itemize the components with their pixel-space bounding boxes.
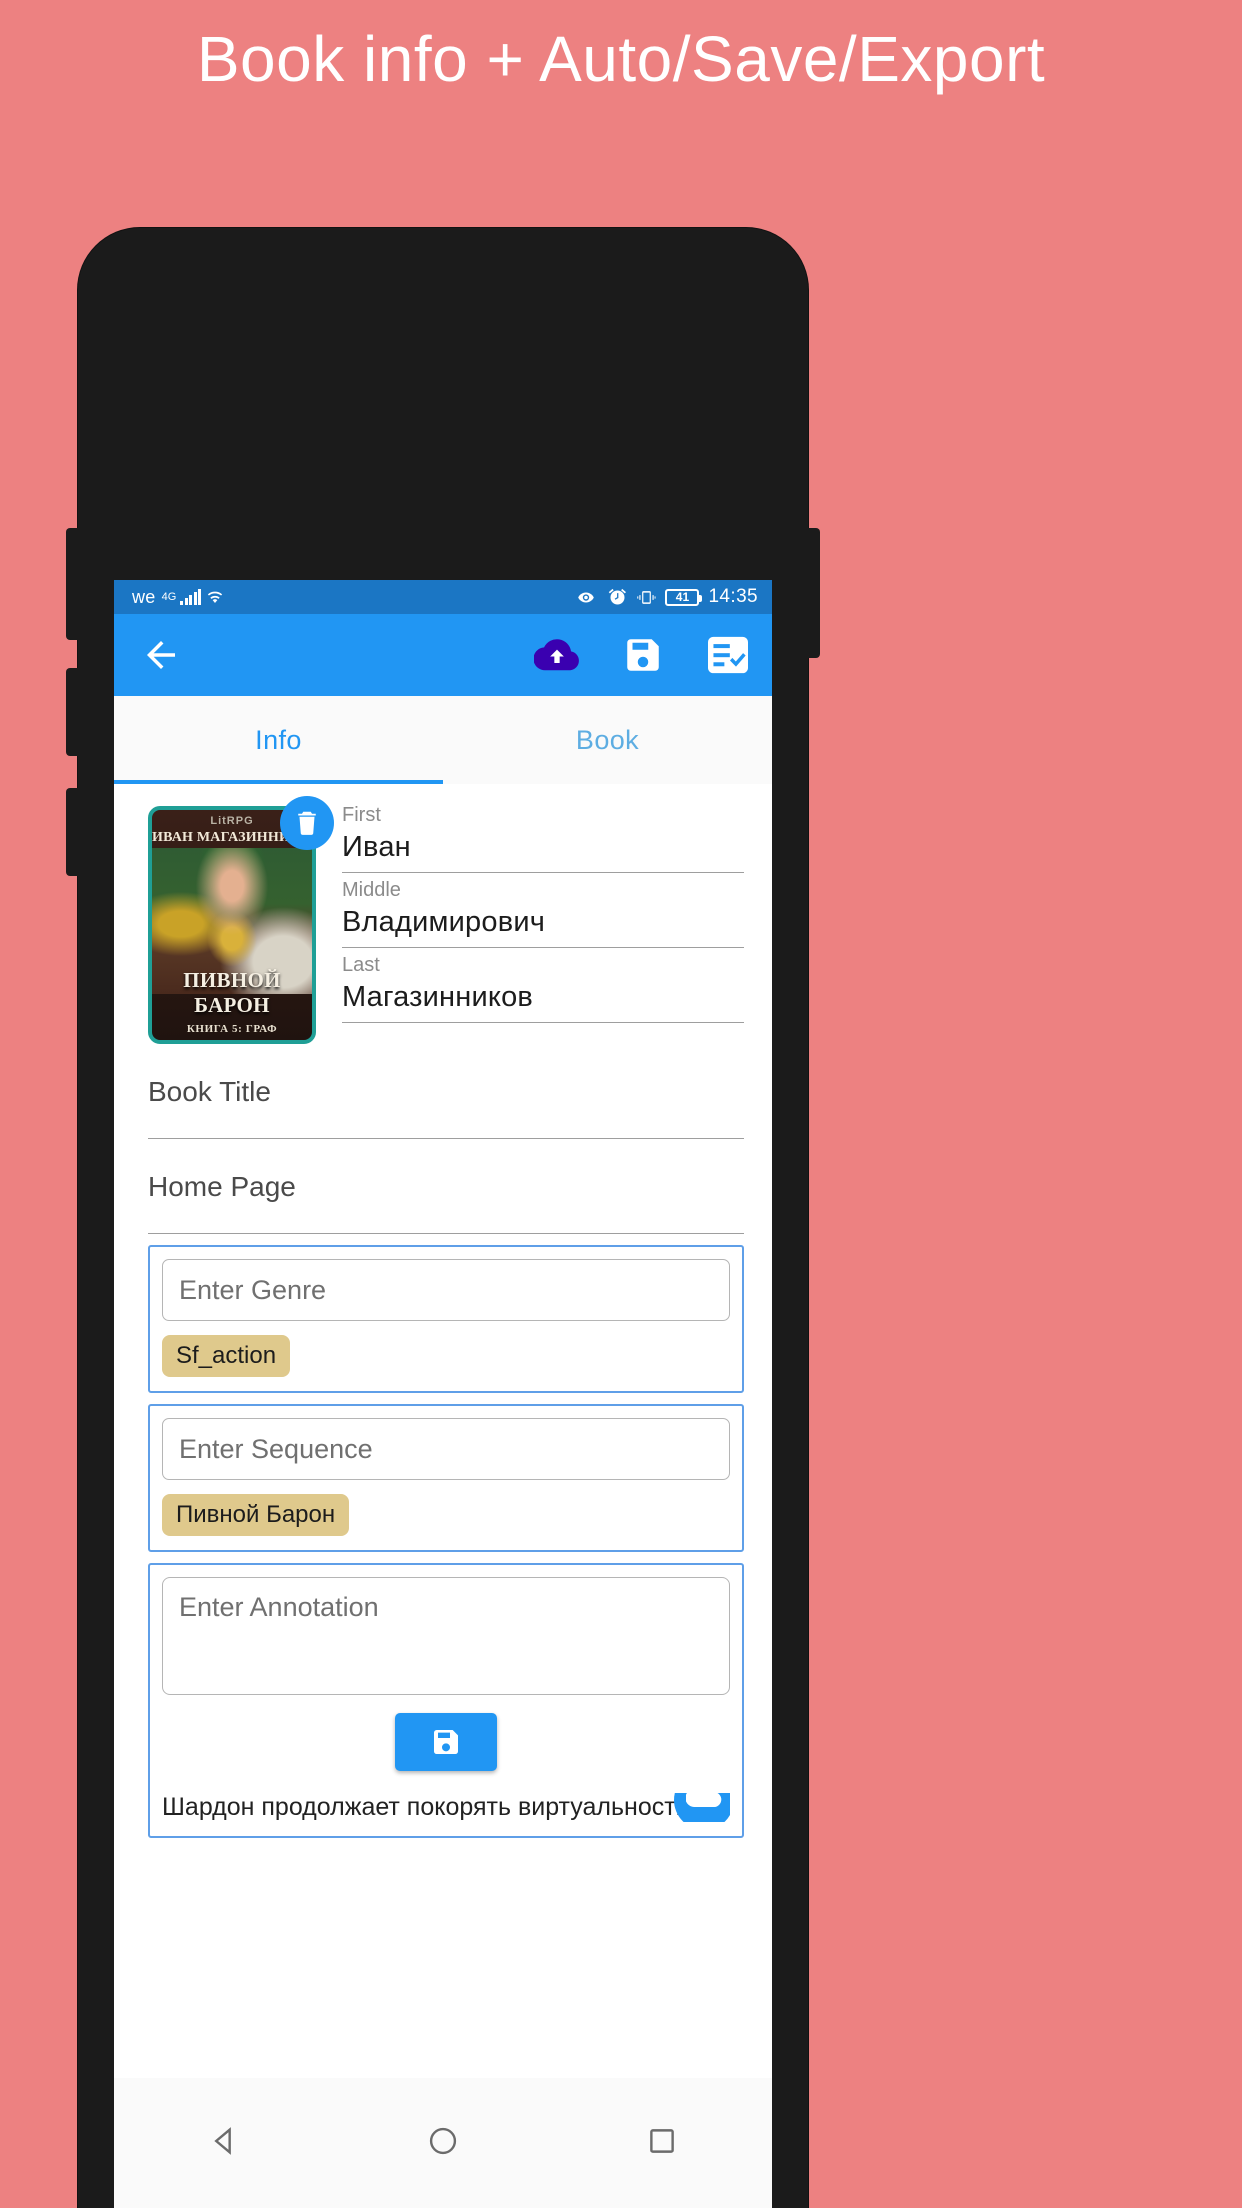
screenshot-root: Book info + Auto/Save/Export we 4G 41 14… bbox=[0, 0, 1242, 2208]
status-bar-left: we 4G bbox=[132, 587, 225, 608]
cover-subtitle-label: КНИГА 5: ГРАФ bbox=[186, 1023, 278, 1035]
tab-info[interactable]: Info bbox=[114, 696, 443, 784]
annotation-card: Enter Annotation Шардон продолжает покор… bbox=[148, 1563, 744, 1838]
sequence-card: Enter Sequence Пивной Барон bbox=[148, 1404, 744, 1552]
sequence-input[interactable]: Enter Sequence bbox=[162, 1418, 730, 1480]
nav-recents-square-icon bbox=[650, 2128, 675, 2153]
nav-recents-button[interactable] bbox=[645, 2124, 679, 2163]
author-name-fields: First Иван Middle Владимирович Last Мага… bbox=[342, 798, 744, 1044]
upload-fab[interactable] bbox=[674, 1793, 730, 1822]
tab-book[interactable]: Book bbox=[443, 696, 772, 784]
arrow-back-icon bbox=[147, 641, 175, 669]
device-button-volume-down bbox=[66, 668, 80, 756]
clock-label: 14:35 bbox=[708, 586, 758, 607]
field-middle-name-label: Middle bbox=[342, 879, 401, 901]
field-middle-name-value: Владимирович bbox=[342, 906, 546, 938]
field-first-name[interactable]: First Иван bbox=[342, 798, 744, 873]
field-last-name-value: Магазинников bbox=[342, 981, 534, 1013]
device-button-volume-up bbox=[66, 528, 80, 640]
cloud-upload-icon bbox=[686, 1793, 722, 1808]
annotation-input[interactable]: Enter Annotation bbox=[162, 1577, 730, 1695]
cover-title-label: ПИВНОЙ БАРОН bbox=[183, 968, 281, 1017]
battery-icon: 41 bbox=[665, 588, 703, 606]
genre-chip[interactable]: Sf_action bbox=[162, 1335, 291, 1377]
field-first-name-label: First bbox=[342, 804, 381, 826]
phone-device: we 4G 41 14:35 Info Book LitRPG ИВАН МАГ… bbox=[66, 228, 820, 2208]
status-bar: we 4G 41 14:35 bbox=[114, 580, 772, 614]
genre-card: Enter Genre Sf_action bbox=[148, 1245, 744, 1393]
nav-home-circle-icon bbox=[429, 2127, 457, 2154]
app-toolbar bbox=[114, 614, 772, 696]
cloud-upload-icon bbox=[534, 639, 579, 671]
network-type-label: 4G bbox=[161, 591, 177, 603]
field-middle-name[interactable]: Middle Владимирович bbox=[342, 873, 744, 948]
phone-screen: we 4G 41 14:35 Info Book LitRPG ИВАН МАГ… bbox=[114, 580, 772, 2078]
sequence-chip[interactable]: Пивной Барон bbox=[162, 1494, 350, 1536]
cloud-upload-button[interactable] bbox=[534, 636, 580, 674]
export-button[interactable] bbox=[706, 635, 750, 675]
field-last-name-label: Last bbox=[342, 954, 380, 976]
genre-input[interactable]: Enter Genre bbox=[162, 1259, 730, 1321]
trash-icon bbox=[298, 811, 316, 835]
device-button-extra bbox=[66, 788, 80, 876]
signal-bars-icon bbox=[180, 588, 202, 605]
delete-cover-button[interactable] bbox=[280, 796, 334, 850]
field-last-name[interactable]: Last Магазинников bbox=[342, 948, 744, 1023]
status-bar-right: 41 14:35 bbox=[574, 586, 758, 608]
floppy-save-icon bbox=[434, 1730, 458, 1754]
field-first-name-value: Иван bbox=[342, 831, 411, 863]
annotation-save-row bbox=[162, 1713, 730, 1771]
alarm-clock-icon bbox=[609, 588, 627, 604]
page-title: Book info + Auto/Save/Export bbox=[196, 23, 1046, 95]
annotation-save-button[interactable] bbox=[395, 1713, 497, 1771]
form-content: LitRPG ИВАН МАГАЗИННИКОВ ПИВНОЙ БАРОН КН… bbox=[114, 784, 772, 2078]
author-section: LitRPG ИВАН МАГАЗИННИКОВ ПИВНОЙ БАРОН КН… bbox=[114, 784, 772, 1044]
vibrate-icon bbox=[637, 590, 656, 604]
nav-back-triangle-icon bbox=[213, 2126, 231, 2155]
nav-home-button[interactable] bbox=[426, 2124, 460, 2163]
genre-chip-row: Sf_action bbox=[162, 1335, 730, 1377]
system-nav-bar bbox=[114, 2078, 772, 2208]
nav-back-button[interactable] bbox=[207, 2124, 241, 2163]
home-page-input[interactable]: Home Page bbox=[148, 1139, 744, 1234]
device-button-power bbox=[806, 528, 820, 658]
floppy-save-icon bbox=[627, 639, 659, 671]
playlist-check-icon bbox=[708, 636, 748, 674]
book-title-input[interactable]: Book Title bbox=[148, 1044, 744, 1139]
carrier-label: we bbox=[132, 586, 156, 607]
annotation-preview-text: Шардон продолжает покорять виртуальность… bbox=[162, 1793, 730, 1822]
tab-bar: Info Book bbox=[114, 696, 772, 784]
battery-level-label: 41 bbox=[675, 590, 690, 604]
tab-active-indicator bbox=[114, 780, 443, 784]
save-button[interactable] bbox=[622, 634, 664, 676]
eye-icon bbox=[578, 592, 595, 602]
sequence-chip-row: Пивной Барон bbox=[162, 1494, 730, 1536]
wifi-icon bbox=[208, 591, 223, 603]
toolbar-actions bbox=[534, 634, 750, 676]
annotation-preview-label: Шардон продолжает покорять виртуальность… bbox=[162, 1793, 721, 1821]
book-cover-wrapper: LitRPG ИВАН МАГАЗИННИКОВ ПИВНОЙ БАРОН КН… bbox=[148, 796, 334, 1044]
back-button[interactable] bbox=[140, 634, 182, 676]
